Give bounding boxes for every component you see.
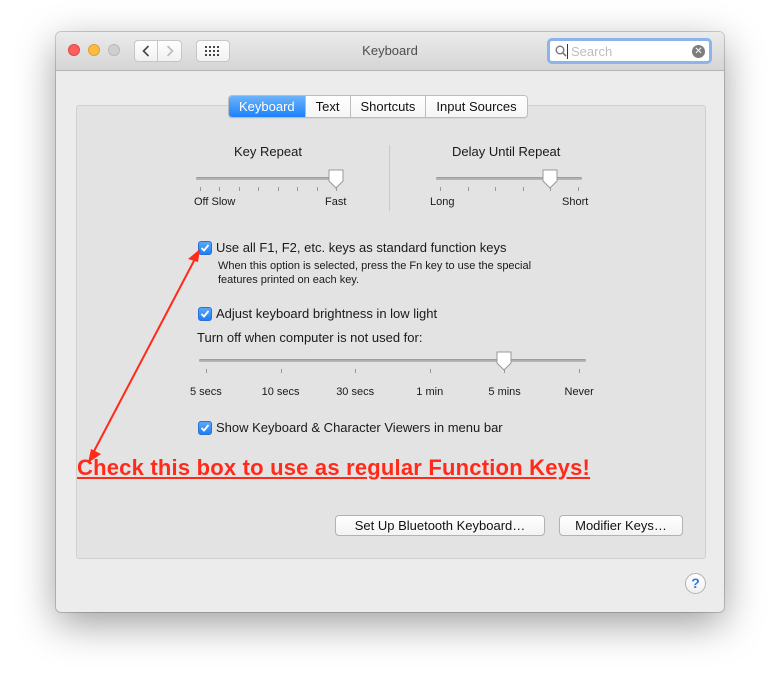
annotation-text: Check this box to use as regular Functio… [77,455,591,480]
annotation-arrow [88,249,200,463]
arrow-head-top [188,249,200,262]
